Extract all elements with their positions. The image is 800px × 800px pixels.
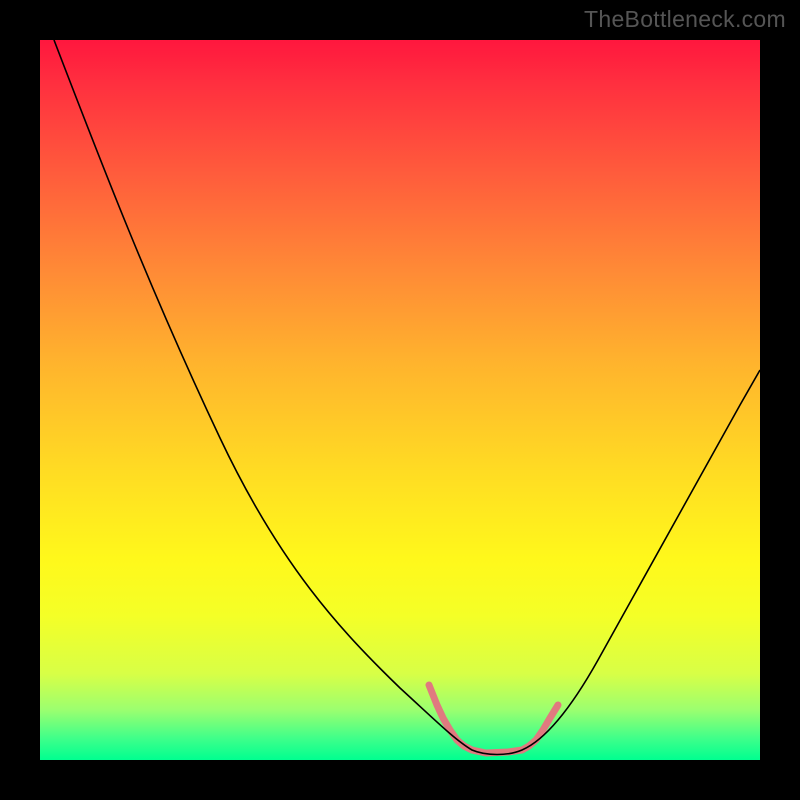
curve-line	[54, 40, 760, 755]
watermark-text: TheBottleneck.com	[584, 6, 786, 33]
chart-container: TheBottleneck.com	[0, 0, 800, 800]
highlight-segment	[429, 685, 558, 753]
plot-area	[40, 40, 760, 760]
curve-svg	[40, 40, 760, 760]
